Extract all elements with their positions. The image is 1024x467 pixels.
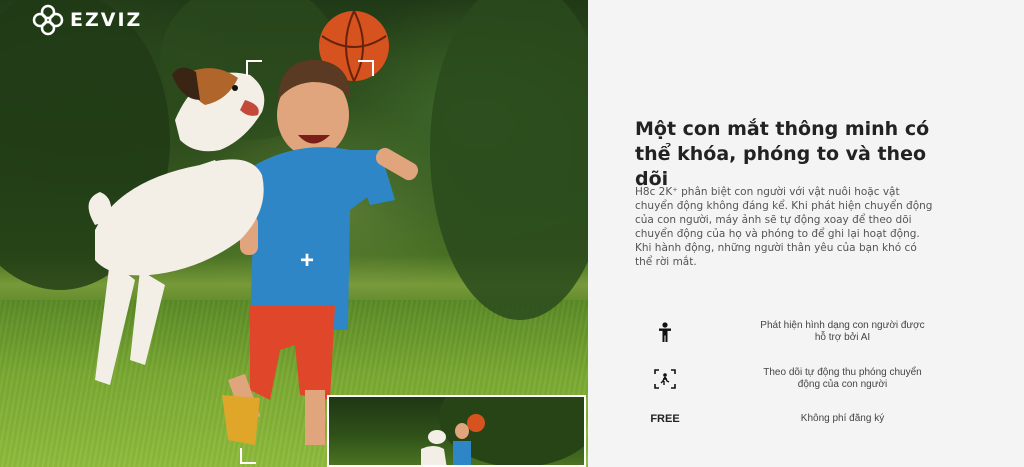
flower-logo-icon	[32, 4, 64, 36]
feature-label: Theo dõi tự động thu phóng chuyển động c…	[763, 367, 922, 390]
crosshair-icon: +	[300, 247, 315, 274]
focus-bracket-top-left	[246, 60, 262, 76]
feature-panel: Một con mắt thông minh có thể khóa, phón…	[588, 0, 1024, 467]
inset-thumbnail	[327, 395, 586, 467]
free-badge: FREE	[650, 413, 680, 425]
focus-bracket-bottom-left	[240, 448, 256, 464]
feature-label: Phát hiện hình dạng con người được hỗ tr…	[760, 320, 925, 343]
motion-tracking-icon	[654, 369, 676, 389]
person-icon	[657, 322, 673, 342]
feature-free-subscription: FREE Không phí đăng ký	[635, 404, 935, 434]
headline: Một con mắt thông minh có thể khóa, phón…	[635, 118, 930, 190]
description: H8c 2K⁺ phân biệt con người với vật nuôi…	[635, 186, 933, 268]
feature-motion-tracking: Theo dõi tự động thu phóng chuyển động c…	[635, 364, 935, 394]
focus-bracket-top-right	[358, 60, 374, 76]
feature-label: Không phí đăng ký	[800, 413, 885, 424]
hero-photo: EZVIZ +	[0, 0, 588, 467]
inset-scene	[421, 397, 584, 465]
brand-logo[interactable]: EZVIZ	[32, 4, 142, 36]
brand-name: EZVIZ	[70, 9, 143, 31]
feature-human-detection: Phát hiện hình dạng con người được hỗ tr…	[635, 317, 935, 347]
